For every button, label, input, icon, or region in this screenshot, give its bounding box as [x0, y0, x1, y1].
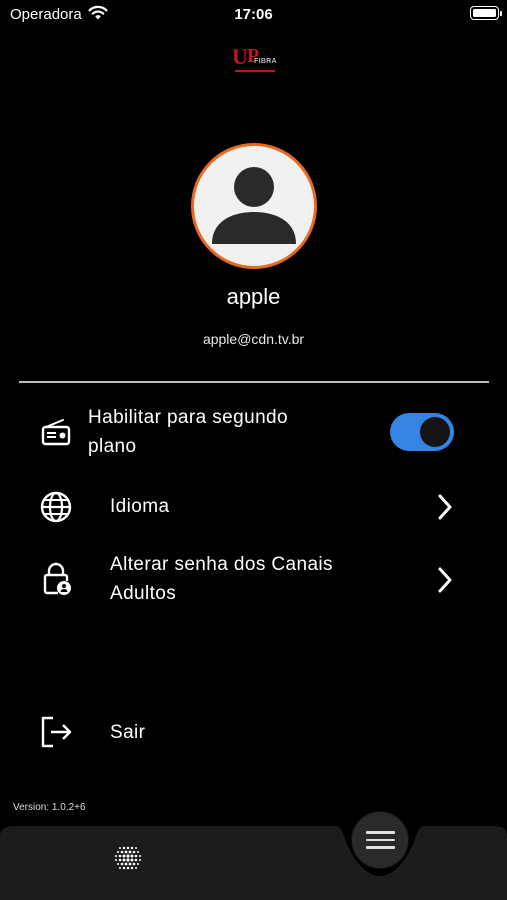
- hamburger-menu-button[interactable]: [352, 812, 408, 868]
- logout-label: Sair: [110, 722, 146, 743]
- divider: [19, 381, 489, 383]
- user-icon: [212, 167, 296, 244]
- clock: 17:06: [234, 6, 273, 23]
- menu-row-language[interactable]: Idioma: [0, 482, 507, 532]
- menu-row-adult-password[interactable]: Alterar senha dos Canais Adultos: [0, 548, 507, 612]
- profile-email: apple@cdn.tv.br: [202, 331, 305, 347]
- battery-icon: [470, 6, 502, 20]
- radio-icon: [41, 419, 71, 446]
- dot-grid-icon[interactable]: [113, 843, 143, 873]
- app-version: Version: 1.0.2+6: [13, 802, 86, 813]
- logout-icon: [41, 716, 72, 748]
- adult-password-label: Alterar senha dos Canais Adultos: [110, 554, 333, 604]
- avatar: [191, 143, 317, 269]
- toggle-knob: [420, 417, 450, 447]
- language-label: Idioma: [110, 496, 170, 517]
- background-play-label: Habilitar para segundo plano: [88, 407, 288, 457]
- globe-icon: [40, 491, 72, 523]
- chevron-right-icon: [438, 494, 452, 520]
- brand-logo: U P FIBRA: [232, 44, 278, 76]
- logo-mark-u: U: [232, 44, 248, 69]
- lock-user-icon: [43, 562, 71, 595]
- bottom-navigation-bar: [0, 826, 507, 900]
- background-play-toggle[interactable]: [390, 413, 454, 451]
- profile-name: apple: [226, 284, 281, 309]
- chevron-right-icon: [438, 567, 452, 593]
- logo-underline: [235, 70, 275, 72]
- logo-text: FIBRA: [254, 58, 277, 65]
- menu-row-logout[interactable]: Sair: [0, 708, 507, 758]
